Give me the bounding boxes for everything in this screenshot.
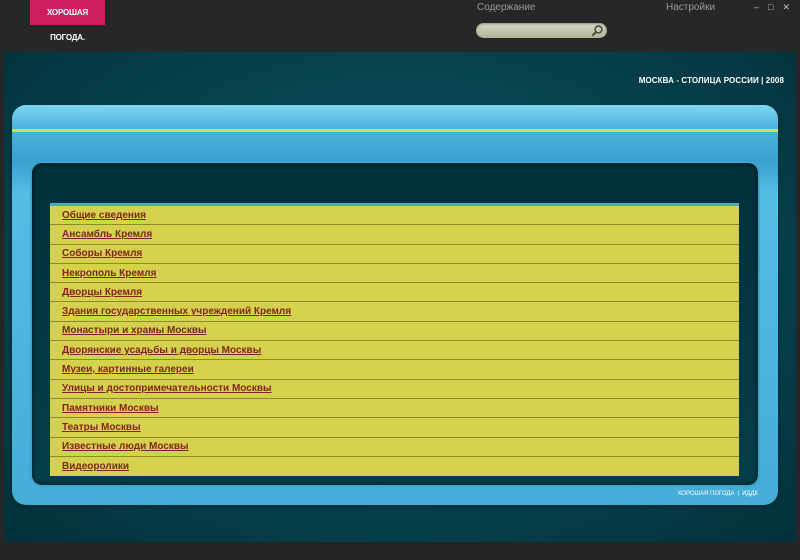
bottom-strip <box>0 542 800 560</box>
search-icon[interactable] <box>591 24 604 37</box>
menu-link-kremlin-government-buildings[interactable]: Здания государственных учреждений Кремля <box>62 306 291 317</box>
frame-header-band <box>12 105 778 129</box>
list-item: Соборы Кремля <box>50 245 739 264</box>
menu-link-kremlin-palaces[interactable]: Дворцы Кремля <box>62 287 142 298</box>
list-item: Улицы и достопримечательности Москвы <box>50 380 739 399</box>
menu-link-monuments[interactable]: Памятники Москвы <box>62 403 159 414</box>
list-item: Видеоролики <box>50 457 739 475</box>
section-menu: Общие сведения Ансамбль Кремля Соборы Кр… <box>50 203 739 476</box>
page-title: МОСКВА - СТОЛИЦА РОССИИ | 2008 <box>638 76 784 85</box>
menu-link-noble-estates[interactable]: Дворянские усадьбы и дворцы Москвы <box>62 345 261 356</box>
menu-link-museums-galleries[interactable]: Музеи, картинные галереи <box>62 364 194 375</box>
menu-link-monasteries-churches[interactable]: Монастыри и храмы Москвы <box>62 325 207 336</box>
minimize-button[interactable]: – <box>754 2 759 12</box>
menu-link-theatres[interactable]: Театры Москвы <box>62 422 141 433</box>
list-item: Театры Москвы <box>50 418 739 438</box>
menu-link-streets-sights[interactable]: Улицы и достопримечательности Москвы <box>62 383 272 394</box>
list-item: Памятники Москвы <box>50 399 739 419</box>
maximize-button[interactable]: □ <box>768 2 773 12</box>
search-box <box>476 23 607 38</box>
list-item: Дворцы Кремля <box>50 283 739 303</box>
close-button[interactable]: ✕ <box>782 2 790 12</box>
footer-links: ХОРОШАЯ ПОГОДА | ИДДК <box>678 491 759 497</box>
menu-link-kremlin-cathedrals[interactable]: Соборы Кремля <box>62 248 142 259</box>
content-frame: Общие сведения Ансамбль Кремля Соборы Кр… <box>12 105 778 505</box>
list-item: Монастыри и храмы Москвы <box>50 322 739 342</box>
search-input[interactable] <box>484 24 584 37</box>
menu-link-kremlin-ensemble[interactable]: Ансамбль Кремля <box>62 229 152 240</box>
app-window: ХОРОШАЯ ПОГОДА. Содержание Настройки – □… <box>0 0 800 560</box>
list-item: Известные люди Москвы <box>50 438 739 457</box>
list-item: Ансамбль Кремля <box>50 225 739 245</box>
list-item: Дворянские усадьбы и дворцы Москвы <box>50 341 739 361</box>
footer-link-publisher[interactable]: ХОРОШАЯ ПОГОДА <box>678 491 735 497</box>
top-bar: ХОРОШАЯ ПОГОДА. Содержание Настройки – □… <box>0 0 800 52</box>
nav-settings-link[interactable]: Настройки <box>666 2 715 13</box>
list-item: Некрополь Кремля <box>50 264 739 284</box>
main-content-panel: МОСКВА - СТОЛИЦА РОССИИ | 2008 Общие све… <box>4 52 796 542</box>
window-controls: – □ ✕ <box>754 2 790 12</box>
nav-contents-link[interactable]: Содержание <box>477 2 535 13</box>
list-item: Музеи, картинные галереи <box>50 360 739 380</box>
menu-link-videos[interactable]: Видеоролики <box>62 461 129 472</box>
menu-link-famous-people[interactable]: Известные люди Москвы <box>62 441 189 452</box>
brand-logo[interactable]: ХОРОШАЯ ПОГОДА. <box>30 0 105 42</box>
frame-divider <box>12 129 778 132</box>
list-item: Общие сведения <box>50 206 739 226</box>
list-item: Здания государственных учреждений Кремля <box>50 302 739 322</box>
menu-panel: Общие сведения Ансамбль Кремля Соборы Кр… <box>32 163 758 485</box>
menu-link-kremlin-necropolis[interactable]: Некрополь Кремля <box>62 268 156 279</box>
menu-link-general[interactable]: Общие сведения <box>62 210 146 221</box>
footer-separator: | <box>737 491 740 497</box>
footer-link-iddk[interactable]: ИДДК <box>742 491 758 497</box>
